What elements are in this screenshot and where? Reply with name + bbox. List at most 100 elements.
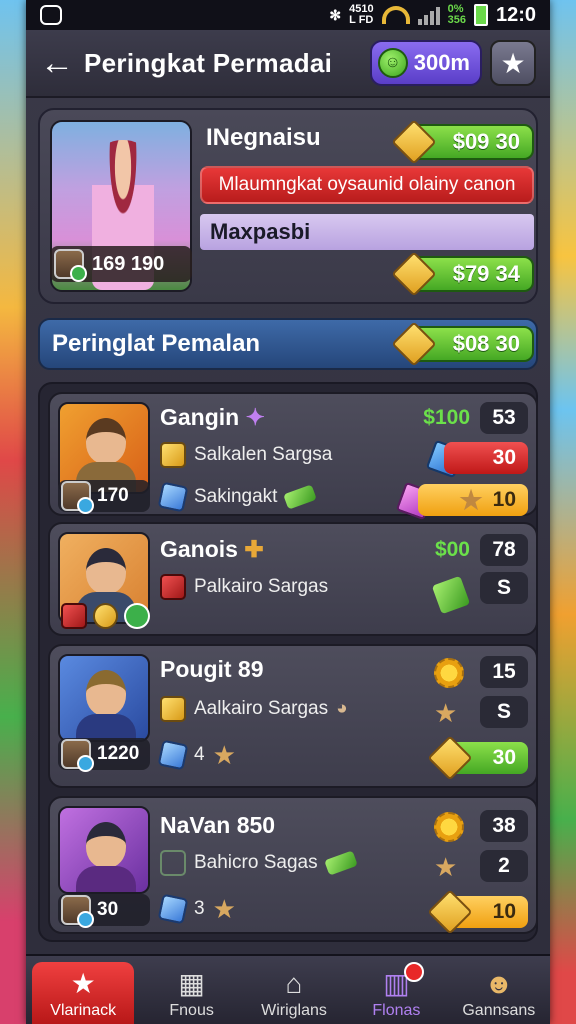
- player-sub-2: 3 ★: [157, 893, 236, 925]
- currency-balance-button[interactable]: ☺ 300m: [369, 40, 482, 86]
- sun-icon: [434, 812, 464, 842]
- player-card[interactable]: 1220 Pougit 89 Aalkairo Sargas ◕ 4 ★ 15 …: [48, 644, 538, 788]
- puzzle-icon: ✚: [244, 536, 264, 562]
- green-gem-icon: ☺: [377, 48, 408, 78]
- blue-cube-icon: [157, 481, 189, 513]
- red-banner[interactable]: Mlaumngkat oysaunid olainy canon: [200, 166, 534, 204]
- star-icon: ★: [434, 698, 458, 728]
- nav-tab-home[interactable]: ⌂ Wiriglans: [243, 956, 345, 1024]
- player-right-mid: S: [480, 696, 528, 728]
- bottom-navigation: ★ Vlarinack ▦ Fnous ⌂ Wiriglans ▥ Flonas…: [26, 954, 550, 1024]
- cash-icon: [283, 484, 318, 510]
- status-bar: ✻ 4510 L FD 0% 356 12:0: [26, 0, 550, 30]
- player-card[interactable]: 170 Gangin ✦ Salkalen Sargsa Sakingakt $…: [48, 392, 538, 521]
- dog-icon: ◕: [336, 698, 348, 719]
- player-sub-1: Salkalen Sargsa: [160, 442, 332, 468]
- star-icon: ★: [459, 485, 483, 515]
- nav-label: Fnous: [169, 1002, 214, 1019]
- network-text: 4510 L FD: [349, 3, 374, 26]
- mini-avatar-icon: [54, 249, 87, 282]
- battery-icon: [473, 4, 488, 26]
- carrier-text: 0% 356: [447, 3, 466, 26]
- player-sub-1: Bahicro Sagas: [160, 850, 358, 876]
- player-sub-1: Aalkairo Sargas ◕: [160, 696, 348, 722]
- star-icon: ★: [212, 894, 236, 924]
- player-sub-1: Palkairo Sargas: [160, 574, 328, 600]
- nav-tab-stats[interactable]: ▥ Flonas: [345, 956, 447, 1024]
- mini-avatar-icon: [61, 481, 94, 514]
- blue-cube-icon: [157, 739, 189, 771]
- player-portrait: [58, 654, 150, 742]
- nav-tab-leaderboard[interactable]: ★ Vlarinack: [32, 962, 135, 1024]
- page-title: Peringkat Permadai: [84, 47, 333, 78]
- signal-icon: [417, 5, 440, 25]
- right-background-art: [550, 0, 576, 1024]
- profile-top-money-value: $09 30: [452, 129, 520, 154]
- player-stat-badge: 170: [58, 480, 150, 514]
- player-name: Ganois ✚: [160, 536, 264, 562]
- player-sub-2: Sakingakt: [157, 481, 318, 513]
- section-money-value: $08 30: [452, 331, 520, 356]
- sparkle-icon: ✦: [245, 404, 265, 430]
- portrait-stat-value: 169 190: [92, 252, 165, 275]
- profile-card: 169 190 INegnaisu $09 30 Mlaumngkat oysa…: [38, 108, 538, 304]
- house-icon: ⌂: [285, 968, 303, 999]
- player-name: Pougit 89: [160, 656, 264, 682]
- section-header: Peringlat Pemalan $08 30: [38, 318, 538, 370]
- player-stat-badge: 30: [58, 894, 150, 928]
- app-window: ✻ 4510 L FD 0% 356 12:0 ← Peringkat Perm…: [26, 0, 550, 1024]
- mini-avatar-icon: [61, 739, 94, 772]
- nav-label: Flonas: [372, 1002, 421, 1019]
- clock: 12:0: [495, 3, 536, 26]
- instagram-icon: [40, 5, 62, 25]
- red-badge-icon: [61, 603, 87, 629]
- player-money-label: $100: [423, 406, 470, 429]
- player-card[interactable]: Ganois ✚ Palkairo Sargas $00 78 S: [48, 522, 538, 636]
- nav-tab-buildings[interactable]: ▦ Fnous: [140, 956, 242, 1024]
- star-icon: ★: [500, 47, 526, 79]
- player-stat-badge: 1220: [58, 738, 150, 772]
- building-icon: ▦: [178, 968, 205, 999]
- player-stat-value: 170: [97, 485, 129, 506]
- player-right-top: 15: [480, 656, 528, 688]
- player-money-label: $00: [434, 538, 470, 561]
- star-icon: ★: [212, 740, 236, 770]
- nav-label: Wiriglans: [261, 1002, 327, 1019]
- player-right-mid[interactable]: 30: [444, 442, 528, 474]
- notification-dot: [403, 962, 424, 982]
- gold-badge-icon: [160, 442, 186, 468]
- currency-value: 300m: [413, 50, 470, 75]
- player-sub-2: 4 ★: [157, 739, 236, 771]
- player-right-mid: 2: [480, 850, 528, 882]
- section-title: Peringlat Pemalan: [52, 330, 261, 357]
- red-badge-icon: [160, 574, 186, 600]
- player-card[interactable]: 30 NaVan 850 Bahicro Sagas 3 ★ 38 ★ 2 10: [48, 796, 538, 935]
- purple-name-bar: Maxpasbi: [200, 214, 534, 250]
- gold-badge-icon: [160, 696, 186, 722]
- player-right-bottom[interactable]: ★ 10: [418, 484, 528, 516]
- cash-icon: [323, 850, 358, 876]
- blue-cube-icon: [157, 893, 189, 925]
- star-icon: ★: [434, 852, 458, 882]
- nav-tab-profile[interactable]: ☻ Gannsans: [448, 956, 550, 1024]
- player-right-top: 78: [480, 534, 528, 566]
- profile-bottom-money-value: $79 34: [452, 261, 520, 286]
- player-name: NaVan 850: [160, 812, 276, 838]
- player-right-top: 53: [480, 402, 528, 434]
- gold-badge-icon: [92, 603, 119, 629]
- player-right-mid: S: [480, 572, 528, 604]
- header-bar: ← Peringkat Permadai ☺ 300m ★: [26, 30, 550, 98]
- wifi-icon: [381, 6, 410, 24]
- mini-avatar-icon: [61, 895, 94, 928]
- player-list: 170 Gangin ✦ Salkalen Sargsa Sakingakt $…: [38, 382, 538, 942]
- player-name: Gangin ✦: [160, 404, 265, 430]
- star-icon: ★: [70, 968, 96, 999]
- bluetooth-icon: ✻: [329, 6, 342, 23]
- back-arrow-icon[interactable]: ←: [40, 46, 84, 80]
- portrait-stat-badge: 169 190: [50, 246, 192, 282]
- green-check-icon: [124, 603, 151, 629]
- player-portrait: [58, 806, 150, 894]
- left-background-art: [0, 0, 26, 1024]
- leaf-icon: [160, 850, 186, 876]
- favorites-star-button[interactable]: ★: [490, 40, 536, 86]
